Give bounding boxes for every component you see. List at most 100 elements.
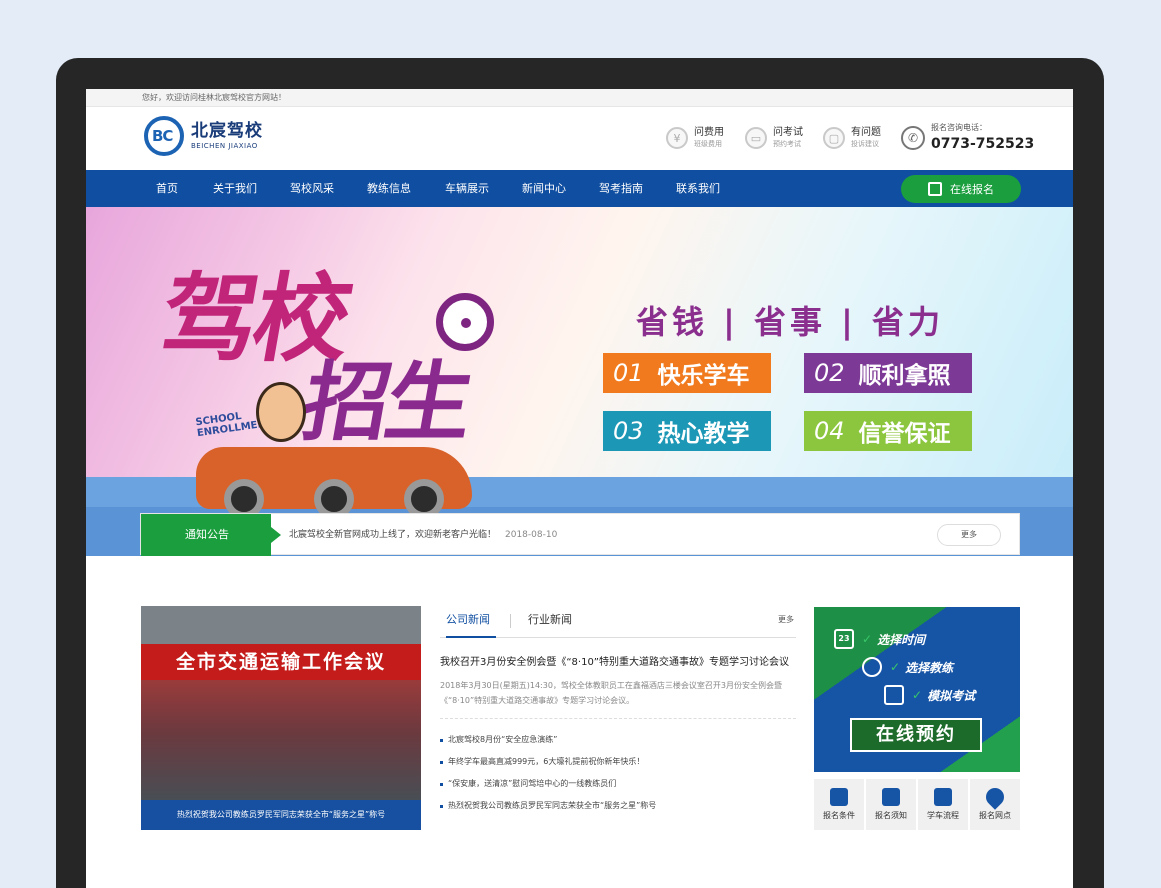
news-tabs: 公司新闻 行业新闻 更多 [440, 606, 796, 638]
news-photo[interactable]: 全市交通运输工作会议 热烈祝贺我公司教练员罗民军同志荣获全市“服务之星”称号 [141, 606, 421, 830]
tab-industry-news[interactable]: 行业新闻 [528, 606, 572, 638]
booking-step-label: 模拟考试 [927, 688, 976, 703]
money-icon: ¥ [666, 127, 688, 149]
check-icon: ✓ [890, 660, 901, 674]
cartoon-car-illustration [196, 447, 472, 519]
booking-step-coach: ✓ 选择教练 [862, 657, 953, 677]
nav-item-contact[interactable]: 联系我们 [676, 170, 720, 207]
online-reserve-button[interactable]: 在线预约 [850, 718, 982, 752]
map-pin-icon [982, 784, 1008, 810]
notice-bar: 通知公告 北宸驾校全新官网成功上线了，欢迎新老客户光临！ 2018-08-10 … [140, 513, 1020, 556]
nav-item-style[interactable]: 驾校风采 [290, 170, 334, 207]
list-item[interactable]: “保安康，送清凉”慰问驾培中心的一线教练员们 [440, 773, 796, 795]
header-link-fees[interactable]: ¥ 问费用 班级费用 [666, 127, 724, 149]
feature-number: 01 [613, 359, 644, 387]
nav-item-about[interactable]: 关于我们 [213, 170, 257, 207]
site-logo[interactable]: 北宸驾校 BEICHEN JIAXIAO [144, 116, 263, 156]
banner-slogan: 省钱 | 省事 | 省力 [636, 303, 944, 341]
car-icon: ▭ [745, 127, 767, 149]
nav-item-home[interactable]: 首页 [156, 170, 178, 207]
header-link-questions[interactable]: ▢ 有问题 投诉建议 [823, 127, 881, 149]
booking-step-label: 选择时间 [877, 632, 926, 647]
online-signup-label: 在线报名 [950, 183, 994, 196]
feature-number: 04 [814, 417, 845, 445]
cartoon-driver-illustration [256, 382, 306, 442]
feature-number: 03 [613, 417, 644, 445]
logo-name-cn: 北宸驾校 [191, 121, 263, 141]
online-signup-button[interactable]: 在线报名 [901, 175, 1021, 203]
user-list-icon [882, 788, 900, 806]
feature-number: 02 [814, 359, 845, 387]
notice-date: 2018-08-10 [505, 530, 558, 540]
feature-text: 快乐学车 [657, 363, 750, 389]
quick-link-conditions[interactable]: 报名条件 [814, 779, 866, 830]
main-nav: 首页 关于我们 驾校风采 教练信息 车辆展示 新闻中心 驾考指南 联系我们 在线… [86, 170, 1073, 207]
feature-badge-4: 04 信誉保证 [804, 411, 972, 451]
banner-title-line2: 招生 [295, 353, 478, 453]
logo-emblem-icon [144, 116, 184, 156]
news-more-link[interactable]: 更多 [778, 614, 794, 625]
quick-link-label: 报名网点 [979, 811, 1011, 820]
photo-people [141, 680, 421, 800]
nav-item-vehicles[interactable]: 车辆展示 [445, 170, 489, 207]
hero-banner[interactable]: 驾校 招生 SCHOOL ENROLLMENT 省钱 | 省事 | 省力 01 … [86, 207, 1073, 556]
feature-text: 顺利拿照 [858, 363, 951, 389]
quick-link-process[interactable]: 学车流程 [918, 779, 970, 830]
quick-link-label: 学车流程 [927, 811, 959, 820]
top-welcome-bar: 您好，欢迎访问桂林北宸驾校官方网站！ [86, 89, 1073, 107]
quick-link-label: 报名条件 [823, 811, 855, 820]
booking-step-exam: ✓ 模拟考试 [884, 685, 975, 705]
news-summary: 2018年3月30日(星期五)14:30，驾校全体教职员工在鑫福酒店三楼会议室召… [440, 678, 796, 719]
list-item[interactable]: 热烈祝贺我公司教练员罗民军同志荣获全市“服务之星”称号 [440, 795, 796, 817]
header-link-sub: 班级费用 [694, 140, 722, 148]
feature-badge-3: 03 热心教学 [603, 411, 771, 451]
coach-icon [862, 657, 882, 677]
photo-caption[interactable]: 热烈祝贺我公司教练员罗民军同志荣获全市“服务之星”称号 [141, 800, 421, 830]
nav-item-guide[interactable]: 驾考指南 [599, 170, 643, 207]
tab-company-news[interactable]: 公司新闻 [446, 606, 496, 638]
news-headline[interactable]: 我校召开3月份安全例会暨《“8·10”特别重大道路交通事故》专题学习讨论会议 [440, 656, 796, 670]
notice-text[interactable]: 北宸驾校全新官网成功上线了，欢迎新老客户光临！ [289, 514, 496, 556]
hotline-label: 报名咨询电话： [931, 123, 987, 132]
nav-item-coaches[interactable]: 教练信息 [367, 170, 411, 207]
browser-screen: 您好，欢迎访问桂林北宸驾校官方网站！ 北宸驾校 BEICHEN JIAXIAO … [86, 89, 1073, 888]
news-list: 北宸驾校8月份“安全应急演练” 年终学车最高直减999元，6大壕礼提前祝你新年快… [440, 729, 796, 817]
header-link-sub: 预约考试 [773, 140, 801, 148]
edit-icon [928, 182, 942, 196]
list-item[interactable]: 北宸驾校8月份“安全应急演练” [440, 729, 796, 751]
feature-badge-1: 01 快乐学车 [603, 353, 771, 393]
chat-icon: ▢ [823, 127, 845, 149]
booking-step-label: 选择教练 [905, 660, 954, 675]
header-link-title: 问考试 [773, 127, 803, 138]
notice-more-button[interactable]: 更多 [937, 524, 1001, 546]
quick-link-notice[interactable]: 报名须知 [866, 779, 918, 830]
feature-badge-2: 02 顺利拿照 [804, 353, 972, 393]
nav-item-news[interactable]: 新闻中心 [522, 170, 566, 207]
check-icon: ✓ [912, 688, 923, 702]
calendar-icon: 23 [834, 629, 854, 649]
notice-label: 通知公告 [141, 514, 281, 556]
quick-links: 报名条件 报名须知 学车流程 报名网点 [814, 779, 1020, 830]
booking-step-time: 23 ✓ 选择时间 [834, 629, 925, 649]
feature-text: 信誉保证 [858, 421, 951, 447]
booking-panel[interactable]: 23 ✓ 选择时间 ✓ 选择教练 ✓ 模拟考试 在线预约 [814, 607, 1020, 772]
form-edit-icon [830, 788, 848, 806]
header-link-title: 问费用 [694, 127, 724, 138]
quick-link-locations[interactable]: 报名网点 [970, 779, 1020, 830]
tab-divider [510, 614, 511, 628]
flow-icon [934, 788, 952, 806]
header-link-title: 有问题 [851, 127, 881, 138]
photo-meeting-banner: 全市交通运输工作会议 [141, 644, 421, 680]
site-header: 北宸驾校 BEICHEN JIAXIAO ¥ 问费用 班级费用 ▭ 问考试 预约… [86, 107, 1073, 170]
phone-icon: ✆ [901, 126, 925, 150]
welcome-text: 您好，欢迎访问桂林北宸驾校官方网站！ [142, 93, 286, 102]
check-icon: ✓ [862, 632, 873, 646]
hotline-number: 0773-752523 [931, 136, 1035, 152]
header-link-sub: 投诉建议 [851, 140, 879, 148]
steering-wheel-icon [436, 293, 494, 351]
list-item[interactable]: 年终学车最高直减999元，6大壕礼提前祝你新年快乐！ [440, 751, 796, 773]
header-link-exam[interactable]: ▭ 问考试 预约考试 [745, 127, 803, 149]
hotline: ✆ 报名咨询电话： 0773-752523 [901, 122, 1034, 154]
logo-name-en: BEICHEN JIAXIAO [191, 142, 258, 150]
feature-text: 热心教学 [657, 421, 750, 447]
